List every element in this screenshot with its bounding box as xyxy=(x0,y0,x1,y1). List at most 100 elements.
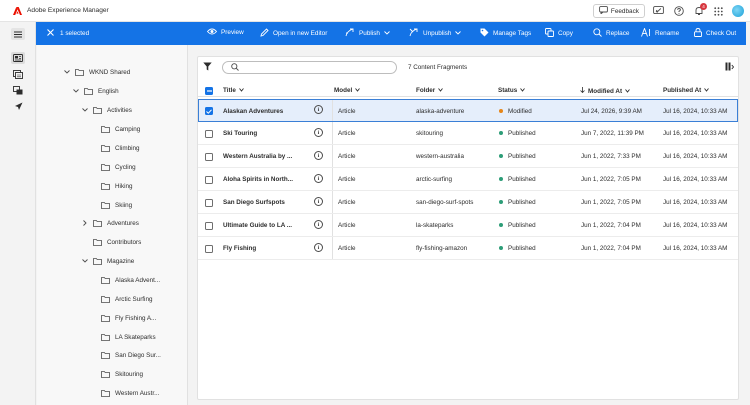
column-header-modified[interactable]: Modified At xyxy=(580,87,630,95)
column-divider xyxy=(332,145,333,167)
tree-node-label: Contributors xyxy=(107,238,142,246)
column-header-folder[interactable]: Folder xyxy=(416,87,444,94)
folder-icon xyxy=(101,201,110,209)
search-field[interactable] xyxy=(222,61,397,74)
unpublish-button[interactable]: Unpublish xyxy=(409,28,462,39)
chevron-down-icon[interactable] xyxy=(81,259,89,263)
table-row[interactable]: San Diego Surfspots i Article san-diego-… xyxy=(198,191,738,214)
tree-node-cycling[interactable]: Cycling xyxy=(101,161,136,173)
row-checkbox[interactable] xyxy=(205,107,213,115)
row-checkbox[interactable] xyxy=(205,130,213,138)
row-published: Jul 16, 2024, 10:33 AM xyxy=(663,222,728,229)
tree-node-climbing[interactable]: Climbing xyxy=(101,142,140,154)
filter-icon[interactable] xyxy=(203,62,212,73)
sites-icon[interactable] xyxy=(11,84,25,96)
replace-button[interactable]: Replace xyxy=(593,28,629,39)
row-checkbox[interactable] xyxy=(205,176,213,184)
row-checkbox[interactable] xyxy=(205,199,213,207)
chevron-down-icon xyxy=(384,30,390,37)
manage-tags-button[interactable]: Manage Tags xyxy=(480,28,531,39)
folder-icon xyxy=(93,257,102,265)
tree-node-magazine[interactable]: Magazine xyxy=(81,255,134,267)
column-header-model[interactable]: Model xyxy=(334,87,361,94)
left-rail xyxy=(0,22,36,405)
tree-node-activities[interactable]: Activities xyxy=(81,104,132,116)
column-header-status[interactable]: Status xyxy=(498,87,526,94)
tree-node-label: Alaska Advent... xyxy=(115,276,161,284)
folder-icon xyxy=(84,87,93,95)
column-header-title[interactable]: Title xyxy=(223,87,244,94)
tree-node-san-diego[interactable]: San Diego Sur... xyxy=(101,349,161,361)
row-checkbox[interactable] xyxy=(205,245,213,253)
select-all-checkbox[interactable] xyxy=(205,87,213,95)
row-title: Alaskan Adventures xyxy=(223,108,284,115)
tree-node-label: Skiing xyxy=(115,201,133,209)
tree-node-hiking[interactable]: Hiking xyxy=(101,180,133,192)
open-in-new-editor-button[interactable]: Open in new Editor xyxy=(260,28,327,39)
info-icon[interactable]: i xyxy=(314,174,323,183)
info-icon[interactable]: i xyxy=(314,243,323,252)
column-settings-icon[interactable] xyxy=(725,62,735,73)
feedback-button[interactable]: Feedback xyxy=(592,4,645,18)
tree-node-la-skateparks[interactable]: LA Skateparks xyxy=(101,331,156,343)
row-checkbox[interactable] xyxy=(205,153,213,161)
tree-node-skiing[interactable]: Skiing xyxy=(101,199,132,211)
menu-icon[interactable] xyxy=(11,28,25,40)
tree-node-fly-fishing[interactable]: Fly Fishing A... xyxy=(101,312,156,324)
publish-icon xyxy=(345,28,355,39)
table-row[interactable]: Aloha Spirits in North... i Article arct… xyxy=(198,168,738,191)
search-input[interactable] xyxy=(243,64,393,71)
row-folder: skitouring xyxy=(416,130,443,137)
row-folder: alaska-adventure xyxy=(416,108,465,115)
column-model-label: Model xyxy=(334,87,353,94)
info-icon[interactable]: i xyxy=(314,220,323,229)
table-row[interactable]: Ski Touring i Article skitouring Publish… xyxy=(198,122,738,145)
close-icon[interactable] xyxy=(47,29,54,38)
table-row[interactable]: Alaskan Adventures i Article alaska-adve… xyxy=(198,99,738,122)
publish-button[interactable]: Publish xyxy=(345,28,390,39)
tree-node-alaska-adventure[interactable]: Alaska Advent... xyxy=(101,274,160,286)
info-icon[interactable]: i xyxy=(314,151,323,160)
row-title: Aloha Spirits in North... xyxy=(223,176,293,183)
bell-icon[interactable]: 4 xyxy=(692,2,707,18)
sort-arrow-icon xyxy=(580,87,585,95)
apps-grid-icon[interactable] xyxy=(712,5,725,18)
row-checkbox[interactable] xyxy=(205,222,213,230)
tree-node-adventures[interactable]: Adventures xyxy=(81,217,139,229)
table-row[interactable]: Ultimate Guide to LA ... i Article la-sk… xyxy=(198,214,738,237)
tree-node-wknd-shared[interactable]: WKND Shared xyxy=(63,66,130,78)
tree-node-arctic-surfing[interactable]: Arctic Surfing xyxy=(101,293,152,305)
table-row[interactable]: Fly Fishing i Article fly-fishing-amazon… xyxy=(198,237,738,260)
rename-button[interactable]: Rename xyxy=(641,27,679,39)
chevron-right-icon[interactable] xyxy=(81,220,89,226)
chevron-down-icon[interactable] xyxy=(63,70,71,74)
row-folder: san-diego-surf-spots xyxy=(416,199,474,206)
info-icon[interactable]: i xyxy=(314,197,323,206)
tree-node-camping[interactable]: Camping xyxy=(101,123,140,135)
content-icon[interactable] xyxy=(11,52,25,64)
info-icon[interactable]: i xyxy=(314,128,323,137)
launch-icon[interactable] xyxy=(11,100,25,112)
chevron-down-icon[interactable] xyxy=(72,89,80,93)
table-row[interactable]: Western Australia by ... i Article weste… xyxy=(198,145,738,168)
assets-icon[interactable] xyxy=(11,68,25,80)
avatar[interactable] xyxy=(732,5,744,17)
tree-node-contributors[interactable]: Contributors xyxy=(93,236,141,248)
tree-node-western-australia[interactable]: Western Austr... xyxy=(101,387,159,399)
folder-icon xyxy=(101,125,110,133)
check-out-button[interactable]: Check Out xyxy=(694,28,736,39)
publish-label: Publish xyxy=(359,30,380,37)
column-header-published[interactable]: Published At xyxy=(663,87,710,94)
row-status: Published xyxy=(499,130,536,137)
tree-node-skitouring[interactable]: Skitouring xyxy=(101,368,143,380)
copy-button[interactable]: Copy xyxy=(545,28,573,39)
row-folder: arctic-surfing xyxy=(416,176,453,183)
chevron-down-icon[interactable] xyxy=(81,108,89,112)
preview-button[interactable]: Preview xyxy=(206,28,244,37)
chat-icon[interactable] xyxy=(652,5,665,18)
help-icon[interactable] xyxy=(672,5,685,18)
tree-node-label: Arctic Surfing xyxy=(115,295,153,303)
info-icon[interactable]: i xyxy=(314,105,323,114)
tree-node-english[interactable]: English xyxy=(72,85,119,97)
check-out-label: Check Out xyxy=(706,30,737,37)
